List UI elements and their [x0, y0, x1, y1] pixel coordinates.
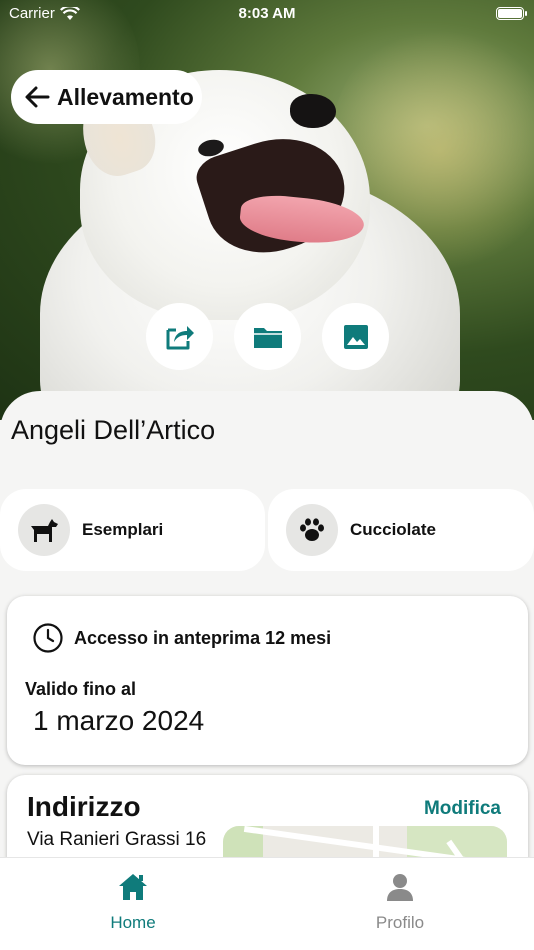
- arrow-left-icon: [25, 86, 50, 108]
- share-button[interactable]: [146, 303, 213, 370]
- paw-icon-circle: [286, 504, 338, 556]
- gallery-button[interactable]: [322, 303, 389, 370]
- tab-profile-label: Profilo: [375, 913, 425, 932]
- clock-icon: [33, 623, 63, 653]
- valid-until-date: 1 marzo 2024: [33, 705, 205, 736]
- clock: 8:03 AM: [238, 5, 296, 22]
- specimens-button[interactable]: Esemplari: [0, 489, 265, 571]
- access-title: Accesso in anteprima 12 mesi: [74, 627, 332, 648]
- tab-bar: Home Profilo: [0, 857, 534, 950]
- photo-actions: [146, 303, 389, 370]
- dog-icon: [31, 519, 58, 542]
- litters-button[interactable]: Cucciolate: [268, 489, 534, 571]
- back-label: Allevamento: [57, 83, 194, 110]
- tab-profile[interactable]: Profilo: [330, 872, 470, 933]
- image-icon: [343, 324, 368, 349]
- battery-icon: [496, 7, 527, 20]
- valid-until-label: Valido fino al: [25, 679, 137, 699]
- address-street: Via Ranieri Grassi 16: [27, 829, 207, 850]
- home-icon: [119, 874, 147, 900]
- share-icon: [166, 325, 194, 349]
- edit-address-link[interactable]: Modifica: [424, 798, 501, 820]
- folder-icon: [253, 327, 282, 348]
- tab-home-label: Home: [110, 913, 156, 932]
- litters-label: Cucciolate: [350, 520, 436, 539]
- specimens-label: Esemplari: [82, 520, 164, 539]
- dog-icon-circle: [18, 504, 70, 556]
- status-bar: Carrier 8:03 AM: [0, 0, 534, 28]
- back-button[interactable]: Allevamento: [11, 70, 202, 124]
- address-title: Indirizzo: [27, 791, 141, 822]
- paw-icon: [300, 518, 324, 541]
- kennel-name: Angeli Dell’Artico: [11, 415, 216, 445]
- profile-icon: [387, 874, 413, 901]
- folder-button[interactable]: [234, 303, 301, 370]
- tab-home[interactable]: Home: [63, 872, 203, 933]
